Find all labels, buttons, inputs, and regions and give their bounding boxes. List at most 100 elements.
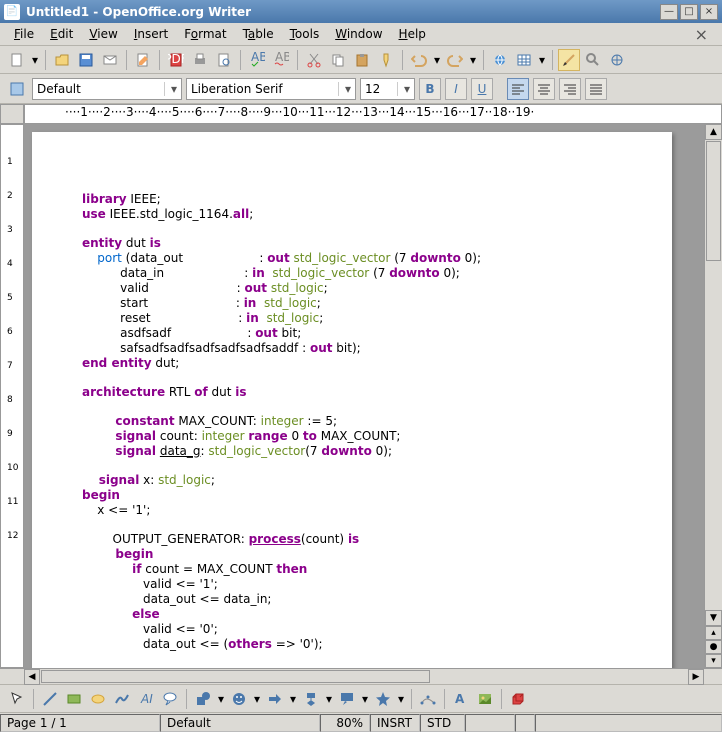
menu-window[interactable]: Window [327, 25, 390, 43]
paste-button[interactable] [351, 49, 373, 71]
fontwork-tool[interactable]: A [450, 688, 472, 710]
menu-tools[interactable]: Tools [282, 25, 328, 43]
table-button[interactable] [513, 49, 535, 71]
minimize-button[interactable]: — [660, 4, 678, 20]
line-tool[interactable] [39, 688, 61, 710]
symbol-shapes-tool[interactable] [228, 688, 250, 710]
underline-button[interactable]: U [471, 78, 493, 100]
align-center-button[interactable] [533, 78, 555, 100]
horizontal-ruler[interactable]: ····1····2····3····4····5····6····7····8… [24, 104, 722, 124]
basic-shapes-tool[interactable] [192, 688, 214, 710]
table-arrow[interactable]: ▾ [537, 49, 547, 71]
window-title: Untitled1 - OpenOffice.org Writer [26, 5, 658, 19]
close-button[interactable]: × [700, 4, 718, 20]
status-zoom[interactable]: 80% [320, 714, 370, 732]
menu-file[interactable]: File [6, 25, 42, 43]
drawing-toolbar: AI ▾ ▾ ▾ ▾ ▾ ▾ A [0, 684, 722, 712]
from-file-tool[interactable] [474, 688, 496, 710]
callouts-tool[interactable] [336, 688, 358, 710]
vertical-ruler[interactable]: 1 2 3 4 5 6 7 8 9 10 11 12 [0, 124, 24, 668]
status-sel[interactable] [465, 714, 515, 732]
code-content[interactable]: library IEEE; use IEEE.std_logic_1164.al… [82, 192, 642, 652]
status-bar: Page 1 / 1 Default 80% INSRT STD [0, 712, 722, 732]
redo-arrow[interactable]: ▾ [468, 49, 478, 71]
email-button[interactable] [99, 49, 121, 71]
undo-arrow[interactable]: ▾ [432, 49, 442, 71]
bold-button[interactable]: B [419, 78, 441, 100]
status-sig[interactable] [515, 714, 535, 732]
save-button[interactable] [75, 49, 97, 71]
svg-text:A: A [455, 692, 465, 706]
spellcheck-button[interactable]: ABC [246, 49, 268, 71]
new-button[interactable] [6, 49, 28, 71]
flowchart-tool[interactable] [300, 688, 322, 710]
navigator-button[interactable] [606, 49, 628, 71]
scroll-up-button[interactable]: ▲ [705, 124, 722, 140]
menu-table[interactable]: Table [235, 25, 282, 43]
autospell-button[interactable]: ABC [270, 49, 292, 71]
align-right-button[interactable] [559, 78, 581, 100]
freeform-tool[interactable] [111, 688, 133, 710]
cut-button[interactable] [303, 49, 325, 71]
text-tool[interactable]: AI [135, 688, 157, 710]
block-arrows-tool[interactable] [264, 688, 286, 710]
hyperlink-button[interactable] [489, 49, 511, 71]
points-tool[interactable] [417, 688, 439, 710]
stars-arrow[interactable]: ▾ [396, 688, 406, 710]
menu-format[interactable]: Format [176, 25, 234, 43]
flowchart-arrow[interactable]: ▾ [324, 688, 334, 710]
italic-button[interactable]: I [445, 78, 467, 100]
page-viewport[interactable]: library IEEE; use IEEE.std_logic_1164.al… [24, 124, 704, 668]
callout-tool[interactable] [159, 688, 181, 710]
status-std[interactable]: STD [420, 714, 465, 732]
rect-tool[interactable] [63, 688, 85, 710]
maximize-button[interactable]: □ [680, 4, 698, 20]
align-left-button[interactable] [507, 78, 529, 100]
scroll-down-button[interactable]: ▼ [705, 610, 722, 626]
print-button[interactable] [189, 49, 211, 71]
document-page[interactable]: library IEEE; use IEEE.std_logic_1164.al… [32, 132, 672, 668]
preview-button[interactable] [213, 49, 235, 71]
shapes-arrow[interactable]: ▾ [216, 688, 226, 710]
ellipse-tool[interactable] [87, 688, 109, 710]
svg-text:AI: AI [140, 692, 153, 706]
titlebar: 📄 Untitled1 - OpenOffice.org Writer — □ … [0, 0, 722, 23]
hscroll-thumb[interactable] [41, 670, 430, 683]
stars-tool[interactable] [372, 688, 394, 710]
edit-file-button[interactable] [132, 49, 154, 71]
doc-close-icon[interactable]: × [687, 23, 716, 46]
font-combo[interactable]: Liberation Serif▾ [186, 78, 356, 100]
new-arrow[interactable]: ▾ [30, 49, 40, 71]
select-tool[interactable] [6, 688, 28, 710]
arrows-arrow[interactable]: ▾ [288, 688, 298, 710]
prev-page-button[interactable]: ▴ [705, 626, 722, 640]
menu-view[interactable]: View [81, 25, 125, 43]
format-paintbrush-button[interactable] [375, 49, 397, 71]
undo-button[interactable] [408, 49, 430, 71]
pdf-button[interactable]: PDF [165, 49, 187, 71]
extrusion-tool[interactable] [507, 688, 529, 710]
show-draw-button[interactable] [558, 49, 580, 71]
redo-button[interactable] [444, 49, 466, 71]
symbol-arrow[interactable]: ▾ [252, 688, 262, 710]
horizontal-scrollbar[interactable]: ◀ ▶ [0, 668, 722, 684]
style-combo[interactable]: Default▾ [32, 78, 182, 100]
menu-edit[interactable]: Edit [42, 25, 81, 43]
svg-text:PDF: PDF [168, 52, 184, 66]
open-button[interactable] [51, 49, 73, 71]
status-style[interactable]: Default [160, 714, 320, 732]
next-page-button[interactable]: ▾ [705, 654, 722, 668]
menu-help[interactable]: Help [391, 25, 434, 43]
styles-button[interactable] [6, 78, 28, 100]
vertical-scrollbar[interactable]: ▲ ▼ ▴ ● ▾ [704, 124, 722, 668]
find-button[interactable] [582, 49, 604, 71]
format-toolbar: Default▾ Liberation Serif▾ 12▾ B I U [0, 74, 722, 104]
menu-insert[interactable]: Insert [126, 25, 176, 43]
align-justify-button[interactable] [585, 78, 607, 100]
status-insert[interactable]: INSRT [370, 714, 420, 732]
callouts-arrow[interactable]: ▾ [360, 688, 370, 710]
nav-button[interactable]: ● [705, 640, 722, 654]
fontsize-combo[interactable]: 12▾ [360, 78, 415, 100]
scroll-thumb[interactable] [706, 141, 721, 261]
copy-button[interactable] [327, 49, 349, 71]
